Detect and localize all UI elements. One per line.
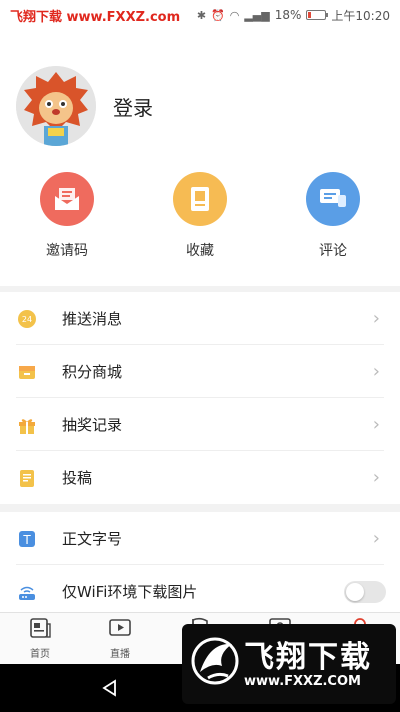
login-button[interactable]: 登录 [113,92,153,121]
menu-label: 仅WiFi环境下载图片 [62,583,198,601]
envelope-icon [40,172,94,226]
menu-item-contribute[interactable]: 投稿 › [0,451,400,504]
comments-button[interactable]: 评论 [293,172,373,260]
battery-icon [306,10,329,20]
wifi-icon: ◠ [229,8,240,22]
menu-label: 正文字号 [62,530,123,548]
status-bar: 飞翔下载 www.FXXZ.com ✱ ⏰ ◠ ▂▄▆ 18% 上午10:20 [0,0,400,30]
document-icon [20,469,34,487]
bluetooth-icon: ✱ [196,8,207,22]
chevron-right-icon: › [372,308,380,329]
push-clock-icon: 24 [18,309,36,328]
menu-label: 抽奖记录 [62,416,123,434]
wifi-router-icon [19,586,35,600]
menu-item-lottery-records[interactable]: 抽奖记录 › [0,398,400,451]
comment-icon [306,172,360,226]
menu-item-font-size[interactable]: T 正文字号 › [0,512,400,565]
clock: 上午10:20 [331,8,390,23]
tab-label: 直播 [110,649,130,660]
mall-icon [19,365,35,379]
watermark-overlay: 飞翔下载 www.FXXZ.COM [182,624,396,704]
newspaper-icon [30,618,51,638]
fxxz-logo-icon [191,637,239,685]
back-icon[interactable] [100,678,120,698]
wifi-only-toggle[interactable] [344,580,386,603]
status-icons: ✱ ⏰ ◠ ▂▄▆ 18% 上午10:20 [197,7,390,24]
font-size-icon: T [19,530,35,547]
toggle-knob [346,582,364,601]
menu-group-2: T 正文字号 › 仅WiFi环境下载图片 [0,512,400,612]
menu-label: 推送消息 [62,310,123,328]
lion-mascot-icon [16,66,96,146]
battery-percent: 18% [274,8,302,22]
signal-icon: ▂▄▆ [244,8,270,22]
menu-label: 投稿 [62,469,93,487]
svg-text:24: 24 [22,315,32,324]
tab-live[interactable]: 直播 [80,617,160,660]
chevron-right-icon: › [372,528,380,549]
menu-group-1: 24 推送消息 › 积分商城 › 抽奖记录 › 投稿 › [0,292,400,504]
chevron-right-icon: › [372,361,380,382]
tab-label: 首页 [30,649,50,660]
video-icon [109,619,131,636]
invite-code-button[interactable]: 邀请码 [27,172,107,260]
chevron-right-icon: › [372,414,380,435]
alarm-icon: ⏰ [211,8,225,22]
gift-icon [19,418,35,434]
chevron-right-icon: › [372,467,380,488]
menu-item-points-mall[interactable]: 积分商城 › [0,345,400,398]
overlay-url: www.FXXZ.COM [244,674,361,689]
menu-item-wifi-only-images: 仅WiFi环境下载图片 [0,565,400,618]
watermark-text: 飞翔下载 www.FXXZ.com [10,9,181,25]
profile-section: 登录 邀请码 收藏 评论 [0,30,400,286]
favorites-label: 收藏 [186,243,214,259]
comments-label: 评论 [319,243,347,259]
menu-label: 积分商城 [62,363,123,381]
overlay-title: 飞翔下载 [244,640,372,675]
svg-text:T: T [22,533,31,547]
invite-code-label: 邀请码 [46,243,88,259]
menu-item-push-messages[interactable]: 24 推送消息 › [0,292,400,345]
tab-home[interactable]: 首页 [0,617,80,660]
avatar[interactable] [16,66,96,146]
bookmark-icon [173,172,227,226]
favorites-button[interactable]: 收藏 [160,172,240,260]
